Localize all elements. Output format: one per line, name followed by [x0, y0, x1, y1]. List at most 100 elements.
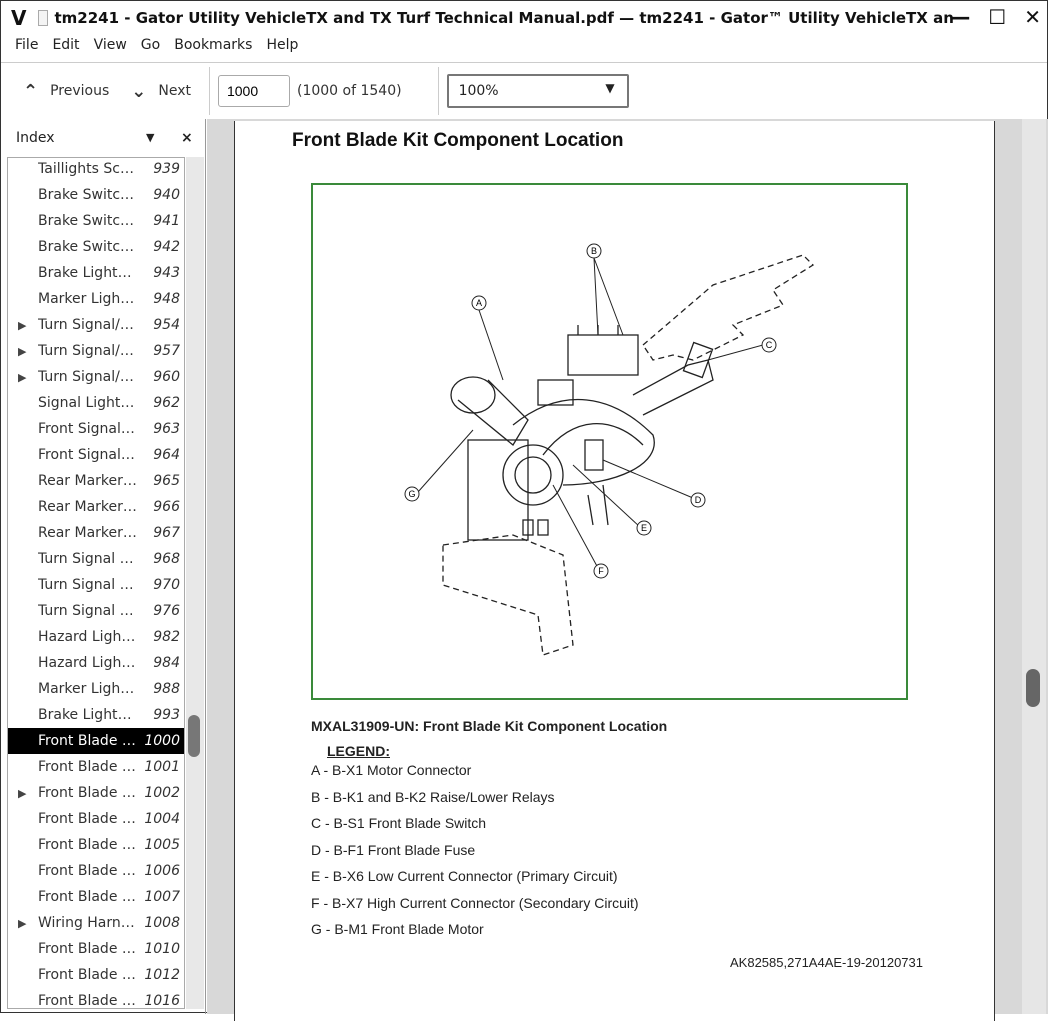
- index-item-page: 943: [153, 265, 180, 281]
- legend-heading: LEGEND:: [327, 743, 390, 759]
- index-item-label: Marker Lights...: [38, 291, 138, 307]
- callouts: [404, 243, 777, 579]
- index-item[interactable]: Turn Signal Li... 976: [8, 598, 184, 624]
- index-item[interactable]: ▶ Turn Signal/H... 957: [8, 338, 184, 364]
- sidebar-scrollbar[interactable]: [186, 157, 204, 1009]
- index-item-label: Rear Marker/...: [38, 525, 138, 541]
- menu-bookmarks[interactable]: Bookmarks: [174, 37, 252, 61]
- index-item[interactable]: Front Blade Ki... 1006: [8, 858, 184, 884]
- chevron-down-icon: ⌄: [131, 80, 147, 102]
- index-item-label: Brake Switch ...: [38, 187, 138, 203]
- callout-f: F: [598, 566, 604, 576]
- previous-label: Previous: [50, 83, 110, 99]
- index-item[interactable]: Marker Lights... 988: [8, 676, 184, 702]
- expand-arrow-icon[interactable]: ▶: [18, 787, 26, 800]
- index-item[interactable]: Front Signal L... 963: [8, 416, 184, 442]
- index-item[interactable]: Turn Signal Li... 970: [8, 572, 184, 598]
- scrollbar-thumb[interactable]: [1026, 669, 1040, 707]
- index-item[interactable]: Signal Lights ... 962: [8, 390, 184, 416]
- index-item[interactable]: Brake Switch ... 941: [8, 208, 184, 234]
- index-item[interactable]: Front Blade Ki... 1004: [8, 806, 184, 832]
- index-item[interactable]: Brake Lights ... 993: [8, 702, 184, 728]
- dropdown-arrow-icon: ▼: [605, 81, 615, 95]
- index-item[interactable]: Rear Marker/... 965: [8, 468, 184, 494]
- minimize-button[interactable]: —: [950, 5, 970, 29]
- index-item-page: 965: [153, 473, 180, 489]
- legend-item: A - B-X1 Motor Connector: [311, 762, 472, 778]
- sidebar-mode-dropdown-icon[interactable]: ▼: [146, 131, 154, 144]
- previous-button[interactable]: ⌃ Previous: [1, 81, 121, 102]
- index-item[interactable]: Marker Lights... 948: [8, 286, 184, 312]
- index-item-page: 982: [153, 629, 180, 645]
- index-item-label: Turn Signal Li...: [38, 551, 138, 567]
- index-item[interactable]: Rear Marker/... 967: [8, 520, 184, 546]
- scrollbar-thumb[interactable]: [188, 715, 200, 757]
- index-item-page: 970: [153, 577, 180, 593]
- index-item[interactable]: Brake Lights ... 943: [8, 260, 184, 286]
- index-item[interactable]: Front Blade C... 1010: [8, 936, 184, 962]
- index-item-label: Front Blade Ki...: [38, 811, 138, 827]
- toolbar: ⌃ Previous ⌄ Next (1000 of 1540) 100% ▼: [1, 62, 1047, 119]
- callout-d: D: [695, 495, 702, 505]
- index-item[interactable]: Front Blade Ki... 1005: [8, 832, 184, 858]
- document-scrollbar[interactable]: [1022, 119, 1046, 1014]
- title-bar: V tm2241 - Gator Utility VehicleTX and T…: [1, 1, 1048, 35]
- index-item[interactable]: Front Blade Ki... 1000: [8, 728, 184, 754]
- index-item-page: 1000: [144, 733, 180, 749]
- document-viewer: Front Blade Kit Component Location A B C…: [207, 119, 1048, 1021]
- index-item[interactable]: Brake Switch ... 942: [8, 234, 184, 260]
- index-item-label: Front Blade Ki...: [38, 837, 138, 853]
- index-item[interactable]: Taillights Schematic 939: [8, 158, 184, 182]
- menu-file[interactable]: File: [15, 37, 38, 61]
- index-item[interactable]: Front Signal L... 964: [8, 442, 184, 468]
- menu-help[interactable]: Help: [266, 37, 298, 61]
- index-item-page: 1008: [144, 915, 180, 931]
- next-button[interactable]: ⌄ Next: [121, 81, 203, 102]
- index-item[interactable]: Turn Signal Li... 968: [8, 546, 184, 572]
- index-item-page: 1006: [144, 863, 180, 879]
- index-item[interactable]: ▶ Turn Signal/H... 960: [8, 364, 184, 390]
- maximize-button[interactable]: ☐: [988, 5, 1006, 29]
- index-item[interactable]: Front Blade R... 1016: [8, 988, 184, 1008]
- index-item-label: Front Blade Ki...: [38, 733, 138, 749]
- menu-view[interactable]: View: [94, 37, 127, 61]
- page-number-input[interactable]: [217, 75, 290, 107]
- index-item[interactable]: Front Blade Ki... 1007: [8, 884, 184, 910]
- index-item-label: Turn Signal/H...: [38, 369, 138, 385]
- expand-arrow-icon[interactable]: ▶: [18, 917, 26, 930]
- index-item[interactable]: Front Blade L... 1012: [8, 962, 184, 988]
- sidebar-close-icon[interactable]: ×: [181, 130, 193, 146]
- expand-arrow-icon[interactable]: ▶: [18, 345, 26, 358]
- figure-caption: MXAL31909-UN: Front Blade Kit Component …: [311, 718, 668, 734]
- index-item-page: 962: [153, 395, 180, 411]
- index-item-label: Turn Signal/H...: [38, 343, 138, 359]
- menu-edit[interactable]: Edit: [52, 37, 79, 61]
- callout-g: G: [408, 489, 415, 499]
- index-item[interactable]: Front Blade Ki... 1001: [8, 754, 184, 780]
- index-item-label: Front Blade Ki...: [38, 863, 138, 879]
- zoom-select[interactable]: 100% ▼: [446, 74, 629, 108]
- menu-bar: File Edit View Go Bookmarks Help: [1, 37, 1047, 61]
- index-item[interactable]: Rear Marker/... 966: [8, 494, 184, 520]
- index-item[interactable]: Hazard Lights... 982: [8, 624, 184, 650]
- page-count: (1000 of 1540): [296, 83, 402, 99]
- index-item-page: 984: [153, 655, 180, 671]
- index-item[interactable]: ▶ Turn Signal/H... 954: [8, 312, 184, 338]
- index-item[interactable]: Hazard Lights... 984: [8, 650, 184, 676]
- index-item[interactable]: ▶ Front Blade Ki... 1002: [8, 780, 184, 806]
- index-item-page: 967: [153, 525, 180, 541]
- callout-c: C: [766, 340, 773, 350]
- sidebar: Index ▼ × Taillights Schematic 939 Brake S…: [1, 119, 206, 1014]
- expand-arrow-icon[interactable]: ▶: [18, 371, 26, 384]
- index-item[interactable]: ▶ Wiring Harne... 1008: [8, 910, 184, 936]
- menu-go[interactable]: Go: [141, 37, 160, 61]
- index-item[interactable]: Brake Switch ... 940: [8, 182, 184, 208]
- expand-arrow-icon[interactable]: ▶: [18, 319, 26, 332]
- page-title: Front Blade Kit Component Location: [292, 130, 624, 151]
- index-item-label: Brake Switch ...: [38, 239, 138, 255]
- index-item-label: Front Blade C...: [38, 941, 138, 957]
- index-item-page: 954: [153, 317, 180, 333]
- index-item-page: 966: [153, 499, 180, 515]
- index-item-label: Rear Marker/...: [38, 499, 138, 515]
- close-button[interactable]: ✕: [1024, 5, 1041, 29]
